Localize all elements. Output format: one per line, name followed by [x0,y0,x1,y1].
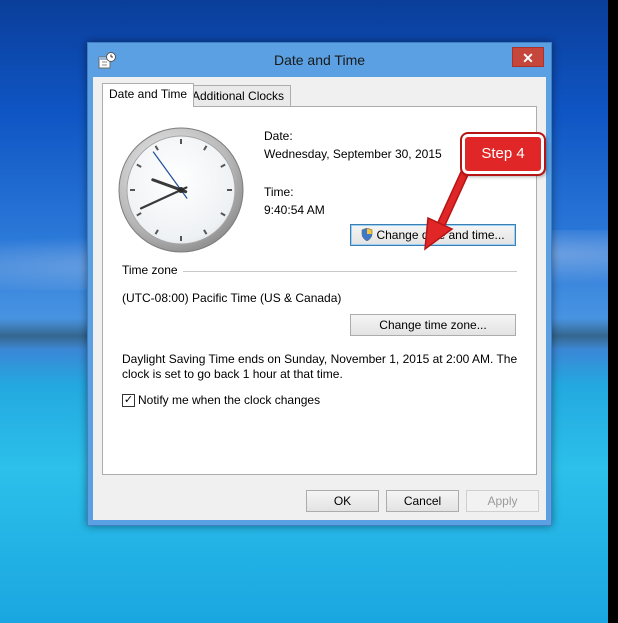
window-title: Date and Time [273,52,366,68]
notify-checkbox[interactable]: ✓ [122,394,135,407]
change-time-zone-button[interactable]: Change time zone... [350,314,516,336]
time-zone-divider [183,271,517,272]
change-date-time-button[interactable]: Change date and time... [350,224,516,246]
cancel-button[interactable]: Cancel [386,490,459,512]
ok-button[interactable]: OK [306,490,379,512]
notify-checkbox-label[interactable]: Notify me when the clock changes [138,393,320,407]
tab-additional-clocks[interactable]: Additional Clocks [185,85,292,107]
time-value: 9:40:54 AM [264,203,325,217]
apply-button[interactable]: Apply [466,490,539,512]
time-label: Time: [264,185,294,199]
screen-edge [608,0,618,623]
analog-clock [118,127,244,253]
tab-date-and-time[interactable]: Date and Time [102,83,195,107]
step-callout: Step 4 [460,132,546,176]
close-button[interactable]: ✕ [512,47,544,67]
dst-notice: Daylight Saving Time ends on Sunday, Nov… [122,352,518,381]
date-time-dialog: Date and Time ✕ Date and Time Additional… [87,42,552,526]
time-zone-value: (UTC-08:00) Pacific Time (US & Canada) [122,291,342,305]
change-date-time-label: Change date and time... [376,228,505,242]
title-bar[interactable]: Date and Time ✕ [88,43,551,78]
date-label: Date: [264,129,293,143]
time-zone-heading: Time zone [122,263,178,277]
uac-shield-icon [362,228,373,241]
date-value: Wednesday, September 30, 2015 [264,147,442,161]
